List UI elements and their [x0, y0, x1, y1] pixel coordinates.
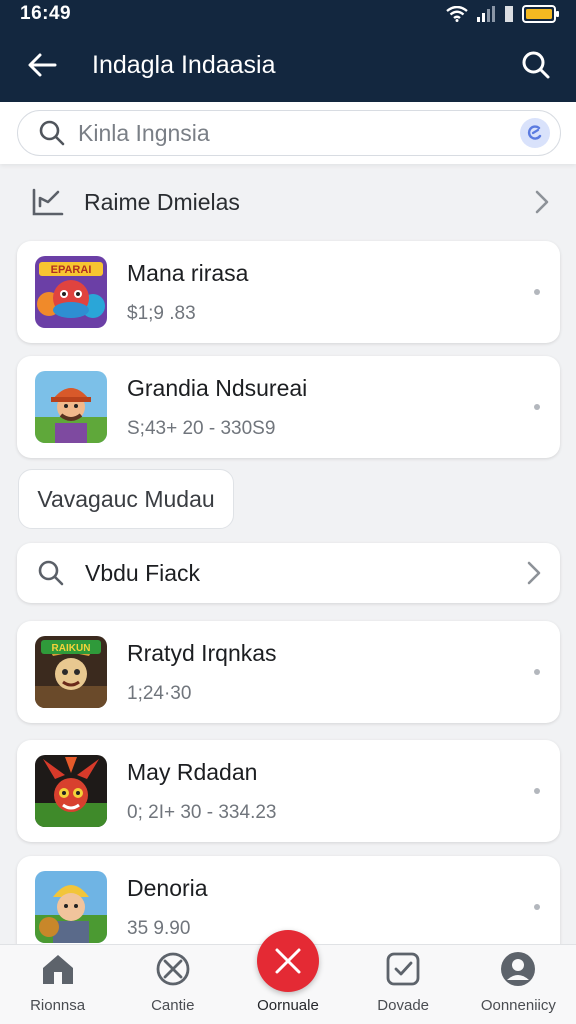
assistant-button[interactable] — [520, 118, 550, 148]
more-dot-icon[interactable] — [534, 289, 540, 295]
back-button[interactable] — [22, 45, 62, 85]
home-icon — [42, 955, 73, 984]
app-card[interactable]: RAIKUN Rratyd Irqnkas 1;24·30 — [17, 621, 560, 723]
assistant-icon — [527, 125, 542, 140]
game-art-icon — [35, 371, 107, 443]
app-name: Mana rirasa — [127, 259, 249, 286]
nav-item-cancel[interactable]: Cantie — [115, 944, 230, 1024]
nav-label: Rionnsa — [30, 997, 86, 1014]
nav-item-download[interactable]: Dovade — [346, 944, 461, 1024]
arrow-left-icon — [28, 53, 57, 77]
nav-label: Oornuale — [257, 997, 319, 1014]
chevron-right-icon — [535, 190, 549, 214]
status-time: 16:49 — [20, 3, 72, 24]
game-art-icon: EPARAI — [35, 256, 107, 328]
app-subtitle: S;43+ 20 - 330S9 — [127, 417, 276, 439]
search-box[interactable] — [17, 110, 561, 156]
game-art-icon: RAIKUN — [35, 636, 107, 708]
nav-item-profile[interactable]: Oonneniicy — [461, 944, 576, 1024]
search-row-label: Vbdu Fiack — [85, 559, 201, 586]
profile-icon — [501, 952, 536, 986]
app-bar: Indagla Indaasia — [0, 28, 576, 102]
app-thumbnail: EPARAI — [35, 256, 107, 328]
close-icon — [275, 948, 301, 974]
status-bar: 16:49 — [0, 0, 576, 28]
nav-label: Dovade — [377, 997, 429, 1014]
app-subtitle: 35 9.90 — [127, 917, 191, 939]
battery-icon — [522, 5, 559, 23]
sim-icon — [505, 6, 513, 22]
more-dot-icon[interactable] — [534, 669, 540, 675]
bottom-nav: Rionnsa Cantie Oornuale Dovade Oonneniic… — [0, 930, 576, 1024]
search-input[interactable] — [78, 119, 520, 147]
app-name: Denoria — [127, 874, 208, 901]
app-subtitle: 0; 2I+ 30 - 334.23 — [127, 801, 277, 823]
signal-icon — [477, 6, 495, 22]
more-dot-icon[interactable] — [534, 788, 540, 794]
center-action-button[interactable] — [256, 930, 319, 992]
chevron-right-icon — [527, 561, 541, 585]
status-icons — [446, 5, 560, 23]
more-dot-icon[interactable] — [534, 904, 540, 910]
app-name: Rratyd Irqnkas — [127, 639, 277, 666]
app-card[interactable]: Grandia Ndsureai S;43+ 20 - 330S9 — [17, 356, 560, 458]
wifi-icon — [446, 6, 468, 22]
more-dot-icon[interactable] — [534, 404, 540, 410]
app-thumbnail: RAIKUN — [35, 636, 107, 708]
app-thumbnail — [35, 755, 107, 827]
search-icon — [39, 120, 65, 146]
app-thumbnail — [35, 871, 107, 943]
search-row[interactable]: Vbdu Fiack — [17, 543, 560, 603]
cancel-circle-icon — [156, 952, 190, 986]
section-label: Raime Dmielas — [84, 188, 240, 215]
app-name: May Rdadan — [127, 758, 258, 785]
app-subtitle: 1;24·30 — [127, 682, 192, 704]
nav-item-home[interactable]: Rionnsa — [0, 944, 115, 1024]
app-thumbnail — [35, 371, 107, 443]
search-area — [0, 102, 576, 164]
app-name: Grandia Ndsureai — [127, 374, 308, 401]
app-card[interactable]: EPARAI Mana rirasa $1;9 .83 — [17, 241, 560, 343]
header-search-button[interactable] — [516, 45, 556, 85]
app-icon-text: EPARAI — [51, 264, 92, 276]
nav-item-center[interactable]: Oornuale — [230, 930, 345, 1024]
search-icon — [38, 560, 64, 586]
app-icon-text: RAIKUN — [52, 643, 91, 654]
game-art-icon — [35, 755, 107, 827]
page-title: Indagla Indaasia — [92, 50, 276, 79]
search-icon — [522, 51, 550, 79]
chart-icon — [32, 188, 64, 216]
game-art-icon — [35, 871, 107, 943]
category-chip[interactable]: Vavagauc Mudau — [18, 469, 234, 529]
section-row-recommended[interactable]: Raime Dmielas — [0, 174, 576, 230]
nav-label: Oonneniicy — [480, 997, 556, 1014]
app-card[interactable]: May Rdadan 0; 2I+ 30 - 334.23 — [17, 740, 560, 842]
nav-label: Cantie — [151, 997, 195, 1014]
clock-box-icon — [386, 952, 420, 986]
app-subtitle: $1;9 .83 — [127, 302, 196, 324]
